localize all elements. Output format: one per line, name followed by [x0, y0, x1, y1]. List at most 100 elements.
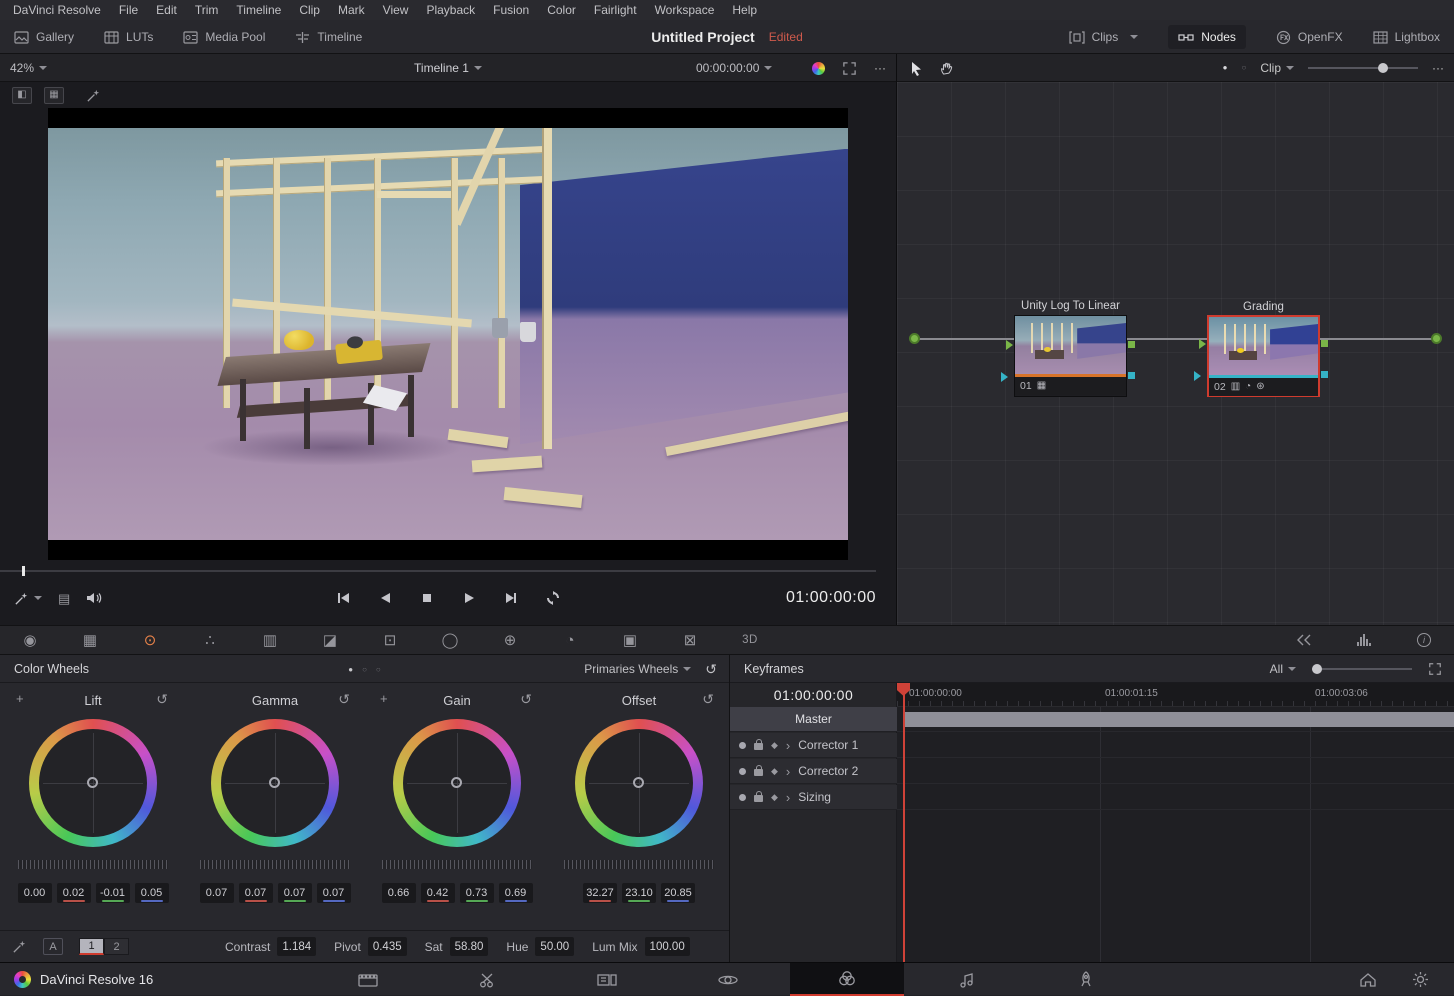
lift-r-value[interactable]: 0.02 [57, 883, 91, 903]
stop-button[interactable] [414, 588, 440, 608]
node-02-key-output[interactable] [1321, 371, 1328, 378]
menu-item-clip[interactable]: Clip [290, 0, 329, 20]
edit-page-button[interactable] [585, 963, 629, 996]
node-zoom-slider[interactable] [1308, 62, 1418, 74]
enhance-button[interactable] [86, 88, 101, 103]
lift-wheel-puck[interactable] [87, 777, 98, 788]
still-view-toggle[interactable]: ◧ [12, 87, 32, 104]
menu-item-edit[interactable]: Edit [147, 0, 186, 20]
offset-color-wheel[interactable] [575, 719, 703, 847]
sizing-icon[interactable]: ⊠ [660, 626, 720, 654]
graph-input-dot[interactable] [909, 333, 920, 344]
node-view-dot-icon[interactable]: ○ [1241, 64, 1246, 72]
expand-icon[interactable] [842, 61, 857, 76]
gamma-r-value[interactable]: 0.07 [239, 883, 273, 903]
deliver-page-button[interactable] [1064, 963, 1108, 996]
node-01-rgb-input[interactable] [1006, 340, 1013, 350]
hue-value[interactable]: 50.00 [535, 937, 574, 956]
color-boost-icon[interactable] [812, 62, 825, 75]
thumbnail-view-toggle[interactable]: ▦ [44, 87, 64, 104]
pan-hand-icon[interactable] [939, 61, 954, 76]
scopes-icon[interactable] [1334, 626, 1394, 654]
split-screen-icon[interactable] [1274, 626, 1334, 654]
node-02[interactable]: Grading 02 ▥ ◔ ⊛ [1207, 315, 1320, 397]
master-clip-bar[interactable] [903, 712, 1454, 727]
qualifier-icon[interactable]: ⊡ [360, 626, 420, 654]
gain-wheel-puck[interactable] [451, 777, 462, 788]
gain-r-value[interactable]: 0.42 [421, 883, 455, 903]
play-button[interactable] [456, 588, 482, 608]
wheel-tab-1[interactable]: 1 [79, 938, 104, 955]
viewer-options-icon[interactable]: ··· [874, 62, 886, 74]
gamma-reset-icon[interactable]: ↺ [338, 691, 350, 708]
menu-item-view[interactable]: View [374, 0, 418, 20]
menu-item-help[interactable]: Help [723, 0, 766, 20]
keyframe-diamond-icon[interactable]: ◆ [771, 740, 778, 751]
selection-cursor-icon[interactable] [909, 61, 923, 76]
gamma-g-value[interactable]: 0.07 [278, 883, 312, 903]
offset-master-slider[interactable] [564, 860, 714, 869]
node-options-icon[interactable]: ··· [1432, 62, 1444, 74]
keyframe-diamond-icon[interactable]: ◆ [771, 792, 778, 803]
rgb-mixer-icon[interactable]: ∴ [180, 626, 240, 654]
scrubber-track[interactable] [0, 570, 876, 572]
motion-effects-icon[interactable]: ▥ [240, 626, 300, 654]
play-reverse-button[interactable] [372, 588, 398, 608]
menu-item-fairlight[interactable]: Fairlight [585, 0, 646, 20]
menu-item-trim[interactable]: Trim [186, 0, 228, 20]
viewer-scrubber[interactable] [0, 566, 896, 576]
key-icon[interactable]: ▣ [600, 626, 660, 654]
lift-y-value[interactable]: 0.00 [18, 883, 52, 903]
node-01-key-input[interactable] [1001, 372, 1008, 382]
gamma-y-value[interactable]: 0.07 [200, 883, 234, 903]
keyframes-zoom-slider[interactable] [1312, 663, 1412, 675]
lock-icon[interactable] [754, 795, 763, 802]
track-corrector-1[interactable]: ◆ › Corrector 1 [730, 733, 897, 758]
contrast-value[interactable]: 1.184 [277, 937, 316, 956]
lift-reset-icon[interactable]: ↺ [156, 691, 168, 708]
expand-track-icon[interactable]: › [786, 790, 790, 805]
lift-color-wheel[interactable] [29, 719, 157, 847]
node-view-dot-icon[interactable]: ● [1223, 64, 1228, 72]
lum-mix-value[interactable]: 100.00 [645, 937, 690, 956]
node-01[interactable]: Unity Log To Linear 01 ▦ [1014, 315, 1127, 397]
project-settings-button[interactable] [1400, 963, 1440, 996]
loop-button[interactable] [540, 588, 566, 608]
lock-icon[interactable] [754, 769, 763, 776]
stereo-3d-button[interactable]: 3D [720, 626, 780, 654]
expand-track-icon[interactable]: › [786, 738, 790, 753]
page-dot-icon[interactable]: ○ [362, 665, 367, 674]
gamma-b-value[interactable]: 0.07 [317, 883, 351, 903]
gain-b-value[interactable]: 0.69 [499, 883, 533, 903]
offset-b-value[interactable]: 20.85 [661, 883, 695, 903]
track-sizing[interactable]: ◆ › Sizing [730, 785, 897, 810]
gamma-wheel-puck[interactable] [269, 777, 280, 788]
node-graph[interactable]: Unity Log To Linear 01 ▦ Grading [897, 82, 1454, 625]
pivot-value[interactable]: 0.435 [368, 937, 407, 956]
menu-item-file[interactable]: File [110, 0, 147, 20]
page-dot-icon[interactable]: ○ [376, 665, 381, 674]
fusion-page-button[interactable] [706, 963, 750, 996]
gain-color-wheel[interactable] [393, 719, 521, 847]
graph-output-dot[interactable] [1431, 333, 1442, 344]
reset-all-icon[interactable]: ↺ [705, 662, 717, 676]
audio-mute-icon[interactable] [86, 591, 103, 605]
openfx-button[interactable]: OpenFX [1276, 30, 1343, 45]
nodes-button[interactable]: Nodes [1168, 25, 1246, 49]
clips-button[interactable]: Clips [1069, 30, 1139, 44]
node-01-key-output[interactable] [1128, 372, 1135, 379]
luts-button[interactable]: LUTs [104, 30, 153, 44]
go-to-end-button[interactable] [498, 588, 524, 608]
media-pool-button[interactable]: Media Pool [183, 30, 265, 44]
menu-item-fusion[interactable]: Fusion [484, 0, 538, 20]
expand-track-icon[interactable]: › [786, 764, 790, 779]
auto-mode-button[interactable]: A [43, 938, 63, 955]
power-window-icon[interactable]: ◯ [420, 626, 480, 654]
offset-wheel-puck[interactable] [633, 777, 644, 788]
menu-item-color[interactable]: Color [538, 0, 585, 20]
timeline-playhead[interactable] [903, 683, 905, 962]
node-02-rgb-output[interactable] [1321, 340, 1328, 347]
gamma-master-slider[interactable] [200, 860, 350, 869]
page-dot-icon[interactable]: ● [348, 665, 353, 674]
gain-g-value[interactable]: 0.73 [460, 883, 494, 903]
